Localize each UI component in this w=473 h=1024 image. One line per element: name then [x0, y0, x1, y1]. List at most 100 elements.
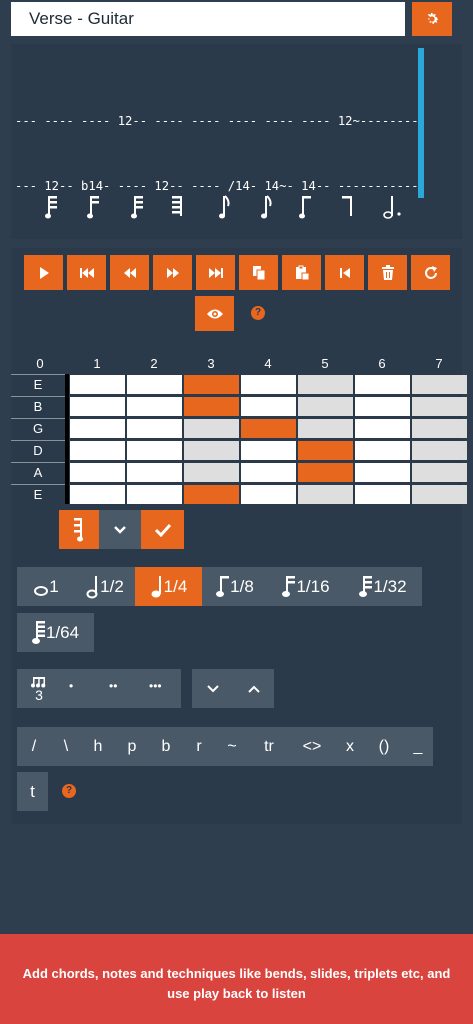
technique-slide-down[interactable]: \ — [55, 727, 77, 766]
fret-cell[interactable] — [70, 485, 125, 504]
fret-cell[interactable] — [298, 441, 353, 460]
fret-cell[interactable] — [355, 485, 410, 504]
play-button[interactable] — [24, 255, 63, 290]
duration-sixteenth-button[interactable]: 1/16 — [268, 567, 344, 606]
skip-to-start-button[interactable] — [67, 255, 106, 290]
toggle-view-button[interactable] — [195, 296, 234, 331]
fast-forward-button[interactable] — [153, 255, 192, 290]
rewind-button[interactable] — [110, 255, 149, 290]
refresh-button[interactable] — [411, 255, 450, 290]
technique-slide-up[interactable]: / — [23, 727, 45, 766]
fret-cell[interactable] — [412, 375, 467, 394]
fret-cell[interactable] — [127, 485, 182, 504]
triplet-button[interactable]: 3 — [17, 669, 61, 708]
technique-hammer-on[interactable]: h — [87, 727, 109, 766]
duration-thirty-second-button[interactable]: 1/32 — [344, 567, 422, 606]
technique-bend[interactable]: b — [155, 727, 177, 766]
fret-cell[interactable] — [298, 485, 353, 504]
step-back-button[interactable] — [325, 255, 364, 290]
fret-cell[interactable] — [355, 419, 410, 438]
technique-trill[interactable]: tr — [255, 727, 283, 766]
fret-cell[interactable] — [412, 419, 467, 438]
note-type-button[interactable] — [59, 510, 99, 549]
track-title-input[interactable] — [11, 2, 405, 36]
help-icon[interactable]: ? — [251, 306, 265, 320]
technique-release[interactable]: r — [188, 727, 210, 766]
technique-dead-note[interactable]: x — [339, 727, 361, 766]
fret-cell[interactable] — [241, 397, 296, 416]
playback-cursor[interactable] — [418, 48, 424, 198]
fret-cell[interactable] — [355, 397, 410, 416]
fret-cell[interactable] — [241, 375, 296, 394]
fret-cell[interactable] — [412, 485, 467, 504]
tab-display[interactable]: --- ---- ---- 12-- ---- ---- ---- ---- -… — [11, 44, 462, 239]
triple-dot-button[interactable]: ••• — [149, 679, 162, 693]
paste-button[interactable] — [282, 255, 321, 290]
duration-sixty-fourth-button[interactable]: 1/64 — [17, 613, 94, 652]
fret-cell[interactable] — [70, 375, 125, 394]
fret-cell[interactable] — [412, 463, 467, 482]
sixteenth-note-icon — [282, 575, 296, 597]
technique-tap[interactable]: t — [17, 772, 48, 811]
delete-button[interactable] — [368, 255, 407, 290]
technique-ghost-note[interactable]: () — [371, 727, 397, 766]
fret-cell[interactable] — [298, 397, 353, 416]
fret-cell[interactable] — [298, 463, 353, 482]
confirm-button[interactable] — [141, 510, 184, 549]
fret-cell[interactable] — [412, 441, 467, 460]
fret-cell[interactable] — [241, 463, 296, 482]
fret-cell[interactable] — [70, 463, 125, 482]
technique-vibrato[interactable]: ~ — [221, 727, 243, 766]
help-icon[interactable]: ? — [62, 784, 76, 798]
string-label: D — [11, 440, 65, 460]
playback-controls: ? — [11, 248, 462, 352]
fret-cell[interactable] — [184, 419, 239, 438]
double-dot-button[interactable]: •• — [109, 679, 117, 693]
technique-pull-off[interactable]: p — [121, 727, 143, 766]
fret-cell[interactable] — [184, 441, 239, 460]
fret-cell[interactable] — [355, 375, 410, 394]
technique-tie[interactable]: _ — [407, 727, 429, 766]
fret-cell[interactable] — [241, 485, 296, 504]
skip-to-end-button[interactable] — [196, 255, 235, 290]
fret-cell[interactable] — [70, 419, 125, 438]
expand-button[interactable] — [99, 510, 141, 549]
fret-cell[interactable] — [298, 375, 353, 394]
octave-group — [192, 669, 274, 708]
fret-cell[interactable] — [241, 441, 296, 460]
fret-cell[interactable] — [127, 397, 182, 416]
duration-label: 1 — [49, 576, 59, 596]
thirty-second-note-icon — [131, 196, 143, 219]
fret-cell[interactable] — [241, 419, 296, 438]
fret-number: 2 — [150, 356, 158, 371]
technique-harmonic[interactable]: <> — [297, 727, 327, 766]
chevron-down-icon — [114, 525, 126, 534]
fret-cell[interactable] — [355, 463, 410, 482]
fret-cell[interactable] — [184, 485, 239, 504]
duration-quarter-button[interactable]: 1/4 — [135, 567, 202, 606]
fret-cell[interactable] — [298, 419, 353, 438]
fret-cell[interactable] — [184, 463, 239, 482]
rewind-icon — [123, 267, 136, 278]
duration-whole-button[interactable]: 1 — [17, 567, 75, 606]
fret-cell[interactable] — [184, 375, 239, 394]
fret-cell[interactable] — [127, 375, 182, 394]
fret-cell[interactable] — [184, 397, 239, 416]
fret-cell[interactable] — [127, 463, 182, 482]
fret-cell[interactable] — [70, 397, 125, 416]
fret-cell[interactable] — [127, 441, 182, 460]
duration-eighth-button[interactable]: 1/8 — [202, 567, 268, 606]
octave-down-button[interactable] — [192, 669, 233, 708]
settings-button[interactable] — [412, 2, 452, 36]
copy-button[interactable] — [239, 255, 278, 290]
fret-cell[interactable] — [355, 441, 410, 460]
fret-cell[interactable] — [412, 397, 467, 416]
fret-cell[interactable] — [70, 441, 125, 460]
thirty-second-note-icon — [359, 575, 373, 597]
duration-half-button[interactable]: 1/2 — [75, 567, 135, 606]
octave-up-button[interactable] — [233, 669, 274, 708]
dot-button[interactable]: • — [69, 679, 73, 693]
fast-forward-icon — [166, 267, 179, 278]
fret-number: 7 — [435, 356, 443, 371]
fret-cell[interactable] — [127, 419, 182, 438]
